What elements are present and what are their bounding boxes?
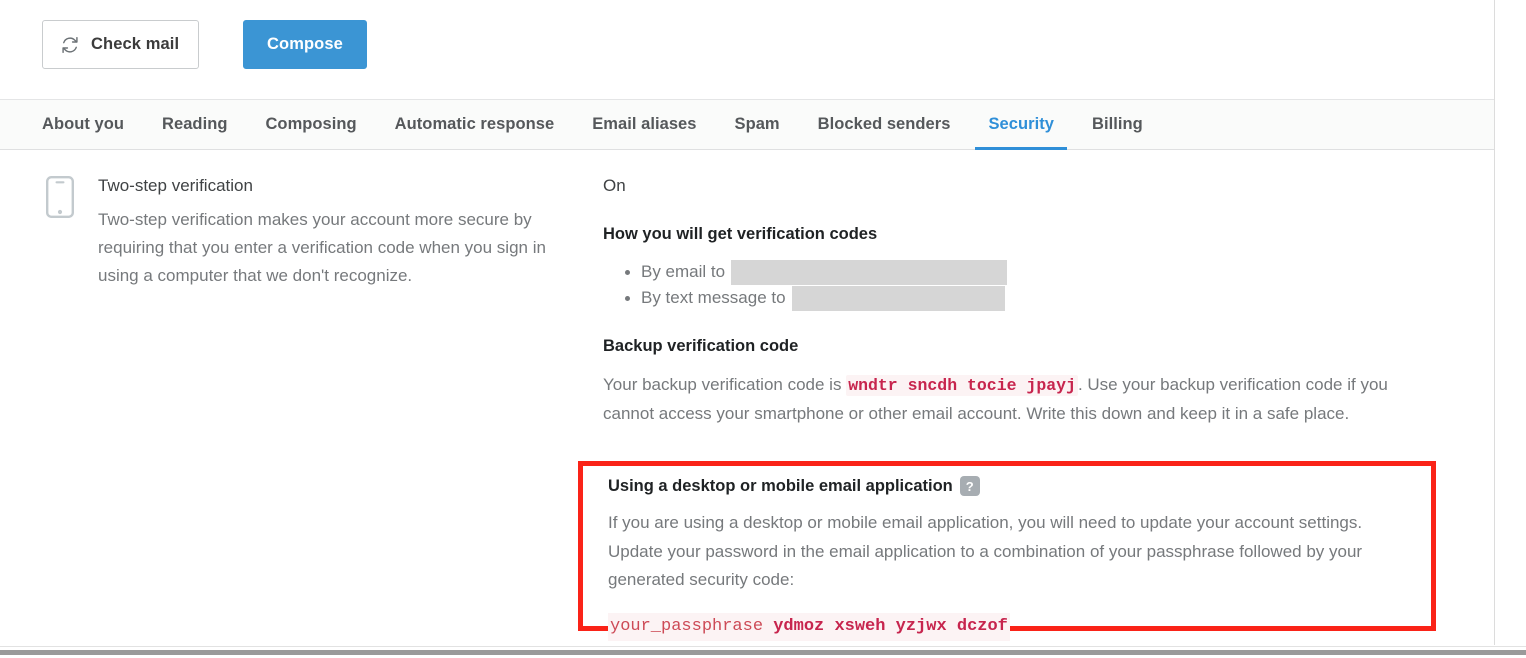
tab-reading[interactable]: Reading (143, 100, 246, 149)
two-step-title: Two-step verification (98, 176, 253, 195)
question-mark-icon[interactable]: ? (959, 476, 980, 496)
verification-code-method-label: By text message to (641, 288, 786, 307)
list-item: By email to (625, 259, 1443, 285)
email-application-section: Using a desktop or mobile email applicat… (608, 475, 1416, 641)
redacted-email-value (731, 259, 1008, 285)
tab-label: Spam (734, 115, 780, 133)
tab-label: Automatic response (394, 115, 555, 133)
verification-codes-heading: How you will get verification codes (603, 225, 878, 243)
tab-label: Reading (162, 115, 228, 133)
bottom-scrollbar[interactable] (0, 646, 1526, 658)
two-step-status: On (603, 176, 626, 195)
email-application-heading: Using a desktop or mobile email applicat… (608, 477, 953, 495)
tab-composing[interactable]: Composing (246, 100, 375, 149)
two-step-left-column: Two-step verification Two-step verificat… (98, 175, 568, 290)
tab-blocked-senders[interactable]: Blocked senders (799, 100, 970, 149)
refresh-icon (60, 35, 80, 55)
compose-button[interactable]: Compose (243, 20, 367, 69)
content-right-divider (1494, 0, 1495, 645)
tab-label: About you (42, 115, 125, 133)
redacted-phone-value (791, 285, 1005, 311)
generated-password-line: your_passphrase ydmoz xsweh yzjwx dczof (608, 612, 1010, 641)
verification-codes-list: By email to By text message to (603, 259, 1443, 311)
backup-code-value: wndtr sncdh tocie jpayj (846, 375, 1078, 396)
bottom-scrollbar-thumb[interactable] (0, 650, 1526, 655)
check-mail-button[interactable]: Check mail (42, 20, 200, 69)
email-application-highlight-box: Using a desktop or mobile email applicat… (578, 461, 1436, 641)
two-step-description: Two-step verification makes your account… (98, 210, 546, 285)
tab-billing[interactable]: Billing (1073, 100, 1162, 149)
tab-security[interactable]: Security (969, 100, 1073, 150)
tab-about-you[interactable]: About you (42, 100, 143, 149)
backup-code-paragraph: Your backup verification code is wndtr s… (603, 371, 1443, 428)
email-application-paragraph: If you are using a desktop or mobile ema… (608, 513, 1363, 589)
compose-label: Compose (267, 35, 343, 53)
email-application-heading-row: Using a desktop or mobile email applicat… (608, 475, 1416, 497)
tab-label: Blocked senders (817, 115, 951, 133)
check-mail-label: Check mail (91, 35, 180, 53)
verification-code-method-label: By email to (641, 262, 726, 281)
passphrase-placeholder: your_passphrase (610, 616, 764, 636)
tab-label: Security (988, 115, 1054, 133)
settings-tabbar: About you Reading Composing Automatic re… (0, 99, 1494, 150)
two-step-right-column: On How you will get verification codes B… (603, 175, 1443, 428)
tab-label: Email aliases (592, 115, 697, 133)
generated-password-line-wrap: your_passphrase ydmoz xsweh yzjwx dczof (608, 612, 1416, 641)
tab-spam[interactable]: Spam (716, 100, 799, 149)
backup-code-text-before: Your backup verification code is (603, 375, 847, 394)
tab-email-aliases[interactable]: Email aliases (573, 100, 715, 149)
tab-automatic-response[interactable]: Automatic response (376, 100, 574, 149)
generated-security-code: ydmoz xsweh yzjwx dczof (773, 616, 1008, 636)
tab-label: Composing (265, 115, 357, 133)
smartphone-icon (46, 176, 75, 223)
tab-label: Billing (1091, 115, 1143, 133)
settings-page: Check mail Compose About you Reading Com… (0, 0, 1526, 658)
backup-code-heading: Backup verification code (603, 337, 799, 355)
mail-toolbar: Check mail Compose (0, 0, 1494, 90)
list-item: By text message to (625, 285, 1443, 311)
